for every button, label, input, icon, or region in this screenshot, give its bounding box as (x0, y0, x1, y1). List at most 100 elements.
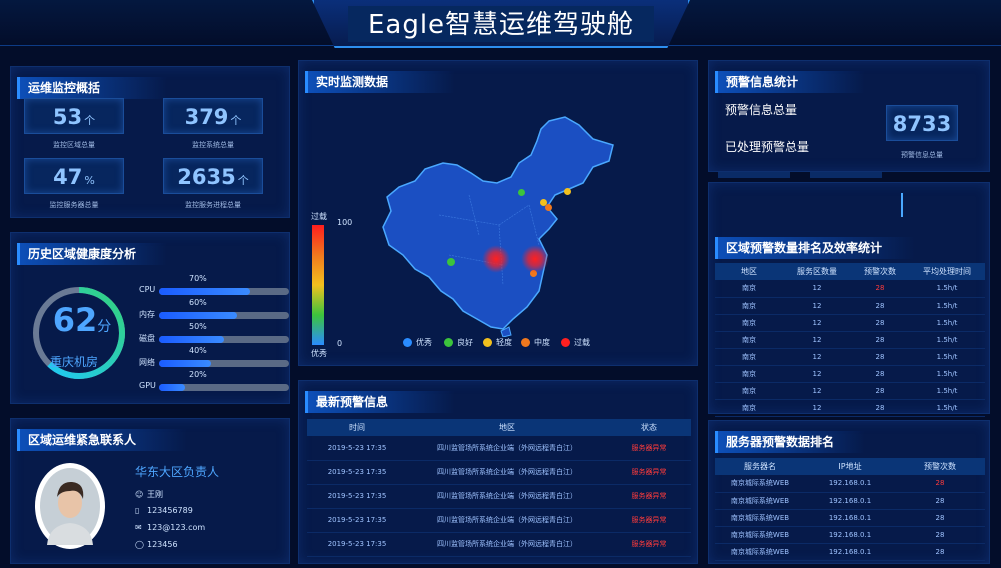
bar-percent: 50% (189, 322, 207, 331)
monitor-title: 实时监测数据 (305, 71, 455, 93)
table-cell: 1.5h/t (909, 399, 985, 417)
table-cell: 192.168.0.1 (805, 475, 895, 493)
bar-fill (159, 288, 250, 295)
table-cell: 12 (783, 297, 851, 315)
divider-mark (901, 193, 903, 217)
legend-dot (483, 338, 492, 347)
resource-bar-cpu: CPU 70% (139, 274, 289, 297)
table-row[interactable]: 2019-5-23 17:35 四川监管场所系统企业端（外网远程青白江） 服务器异常 (307, 532, 691, 557)
scale-bottom-value: 0 (337, 339, 343, 348)
legend-item[interactable]: 良好 (444, 337, 473, 348)
overview-panel: 运维监控概括 53 个 监控区域总量 379 个 监控系统总量 47% 监控服务器总… (10, 66, 290, 218)
contact-email[interactable]: 123@123.com (147, 523, 205, 532)
map-point[interactable] (544, 203, 552, 211)
table-row[interactable]: 南京城际系统WEB 192.168.0.1 28 (715, 526, 985, 544)
warning-stats-panel: 预警信息统计 预警信息总量 已处理预警总量 8733 预警信息总量 (708, 60, 990, 172)
bar-percent: 70% (189, 274, 207, 283)
region-rank-table: 地区 服务区数量 预警次数 平均处理时间 南京 12 28 1.5h/t 南京 12 28 1.5h/… (715, 263, 985, 417)
stat-box-processes: 2635 个 (163, 158, 263, 194)
table-cell: 1.5h/t (909, 280, 985, 298)
bar-fill (159, 384, 185, 391)
table-row[interactable]: 南京 12 28 1.5h/t (715, 382, 985, 400)
legend-item[interactable]: 中度 (521, 337, 550, 348)
region-rank-title: 区域预警数量排名及效率统计 (715, 237, 915, 259)
table-cell: 四川监管场所系统企业端（外网远程青白江） (407, 436, 607, 461)
table-row[interactable]: 南京 12 28 1.5h/t (715, 280, 985, 298)
table-row[interactable]: 南京城际系统WEB 192.168.0.1 28 (715, 509, 985, 527)
table-row[interactable]: 南京 12 28 1.5h/t (715, 314, 985, 332)
legend-dot (521, 338, 530, 347)
bar-label: GPU (139, 381, 156, 390)
table-cell: 南京 (715, 399, 783, 417)
table-cell: 12 (783, 382, 851, 400)
stat-unit: 个 (84, 114, 96, 127)
table-row[interactable]: 2019-5-23 17:35 四川监管场所系统企业端（外网远程青白江） 服务器异常 (307, 460, 691, 485)
map-hotspot[interactable] (521, 245, 549, 273)
table-row[interactable]: 南京 12 28 1.5h/t (715, 297, 985, 315)
table-row[interactable]: 南京城际系统WEB 192.168.0.1 28 (715, 475, 985, 493)
stat-value: 47 (53, 165, 83, 189)
health-panel: 历史区域健康度分析 62分 重庆机房 CPU 70% 内存 60% 磁盘 50% 网络 40%… (10, 232, 290, 404)
table-row[interactable]: 南京 12 28 1.5h/t (715, 348, 985, 366)
phone-icon: ▯ (135, 506, 140, 515)
map-point[interactable] (447, 258, 455, 266)
scale-top-label: 过载 (311, 212, 327, 221)
table-cell: 28 (895, 526, 985, 544)
resource-bar-gpu: GPU 20% (139, 370, 289, 393)
map-hotspot[interactable] (482, 245, 510, 273)
table-cell: 四川监管场所系统企业端（外网远程青白江） (407, 460, 607, 485)
table-cell: 南京 (715, 382, 783, 400)
table-header-row: 地区 服务区数量 预警次数 平均处理时间 (715, 263, 985, 280)
table-header-row: 服务器名 IP地址 预警次数 (715, 458, 985, 475)
table-row[interactable]: 2019-5-23 17:35 四川监管场所系统企业端（外网远程青白江） 服务器异常 (307, 484, 691, 509)
table-cell: 四川监管场所系统企业端（外网远程青白江） (407, 532, 607, 557)
legend-item[interactable]: 轻度 (483, 337, 512, 348)
column-header: 状态 (607, 419, 691, 436)
server-rank-title: 服务器预警数据排名 (715, 431, 865, 453)
contact-phone[interactable]: 123456789 (147, 506, 193, 515)
contact-role: 华东大区负责人 (135, 465, 220, 479)
table-cell: 南京城际系统WEB (715, 543, 805, 561)
table-cell: 1.5h/t (909, 331, 985, 349)
contact-panel: 区域运维紧急联系人 华东大区负责人 ☺ 王刚 ▯ 123456789 ✉ 123@12… (10, 418, 290, 564)
table-cell: 12 (783, 314, 851, 332)
table-cell: 服务器异常 (607, 436, 691, 461)
legend-label: 良好 (457, 338, 473, 347)
table-row[interactable]: 南京城际系统WEB 192.168.0.1 28 (715, 492, 985, 510)
table-cell: 12 (783, 399, 851, 417)
column-header: 时间 (307, 419, 407, 436)
table-cell: 2019-5-23 17:35 (307, 484, 407, 509)
gauge-label: 重庆机房 (49, 355, 98, 369)
table-cell: 2019-5-23 17:35 (307, 532, 407, 557)
latest-alerts-table: 时间 地区 状态 2019-5-23 17:35 四川监管场所系统企业端（外网远程青白江… (307, 419, 691, 557)
column-header: 平均处理时间 (909, 263, 985, 280)
bar-fill (159, 336, 224, 343)
table-row[interactable]: 2019-5-23 17:35 四川监管场所系统企业端（外网远程青白江） 服务器异常 (307, 508, 691, 533)
table-row[interactable]: 2019-5-23 17:35 四川监管场所系统企业端（外网远程青白江） 服务器异常 (307, 436, 691, 461)
table-row[interactable]: 南京 12 28 1.5h/t (715, 365, 985, 383)
china-map[interactable] (379, 115, 619, 337)
server-rank-table: 服务器名 IP地址 预警次数 南京城际系统WEB 192.168.0.1 28 南京城际系统… (715, 458, 985, 561)
gauge-value: 62分 (47, 301, 117, 339)
table-cell: 1.5h/t (909, 365, 985, 383)
bar-track (159, 336, 289, 343)
table-cell: 南京 (715, 331, 783, 349)
warning-stats-title: 预警信息统计 (715, 71, 865, 93)
legend-item[interactable]: 过载 (561, 337, 590, 348)
table-row[interactable]: 南京 12 28 1.5h/t (715, 331, 985, 349)
map-point[interactable] (517, 188, 525, 196)
contact-name: 王刚 (147, 490, 163, 499)
table-cell: 12 (783, 348, 851, 366)
legend-dot (403, 338, 412, 347)
table-row[interactable]: 南京 12 28 1.5h/t (715, 399, 985, 417)
avatar (35, 463, 105, 549)
bar-track (159, 288, 289, 295)
table-row[interactable]: 南京城际系统WEB 192.168.0.1 28 (715, 543, 985, 561)
legend-item[interactable]: 优秀 (403, 337, 432, 348)
map-shape (382, 116, 614, 330)
stat-box-regions: 53 个 (24, 98, 124, 134)
stat-value: 2635 (177, 165, 236, 189)
gauge-unit: 分 (97, 319, 112, 335)
map-point[interactable] (563, 187, 571, 195)
latest-alerts-panel: 最新预警信息 时间 地区 状态 2019-5-23 17:35 四川监管场所系统企业端（… (298, 380, 698, 564)
